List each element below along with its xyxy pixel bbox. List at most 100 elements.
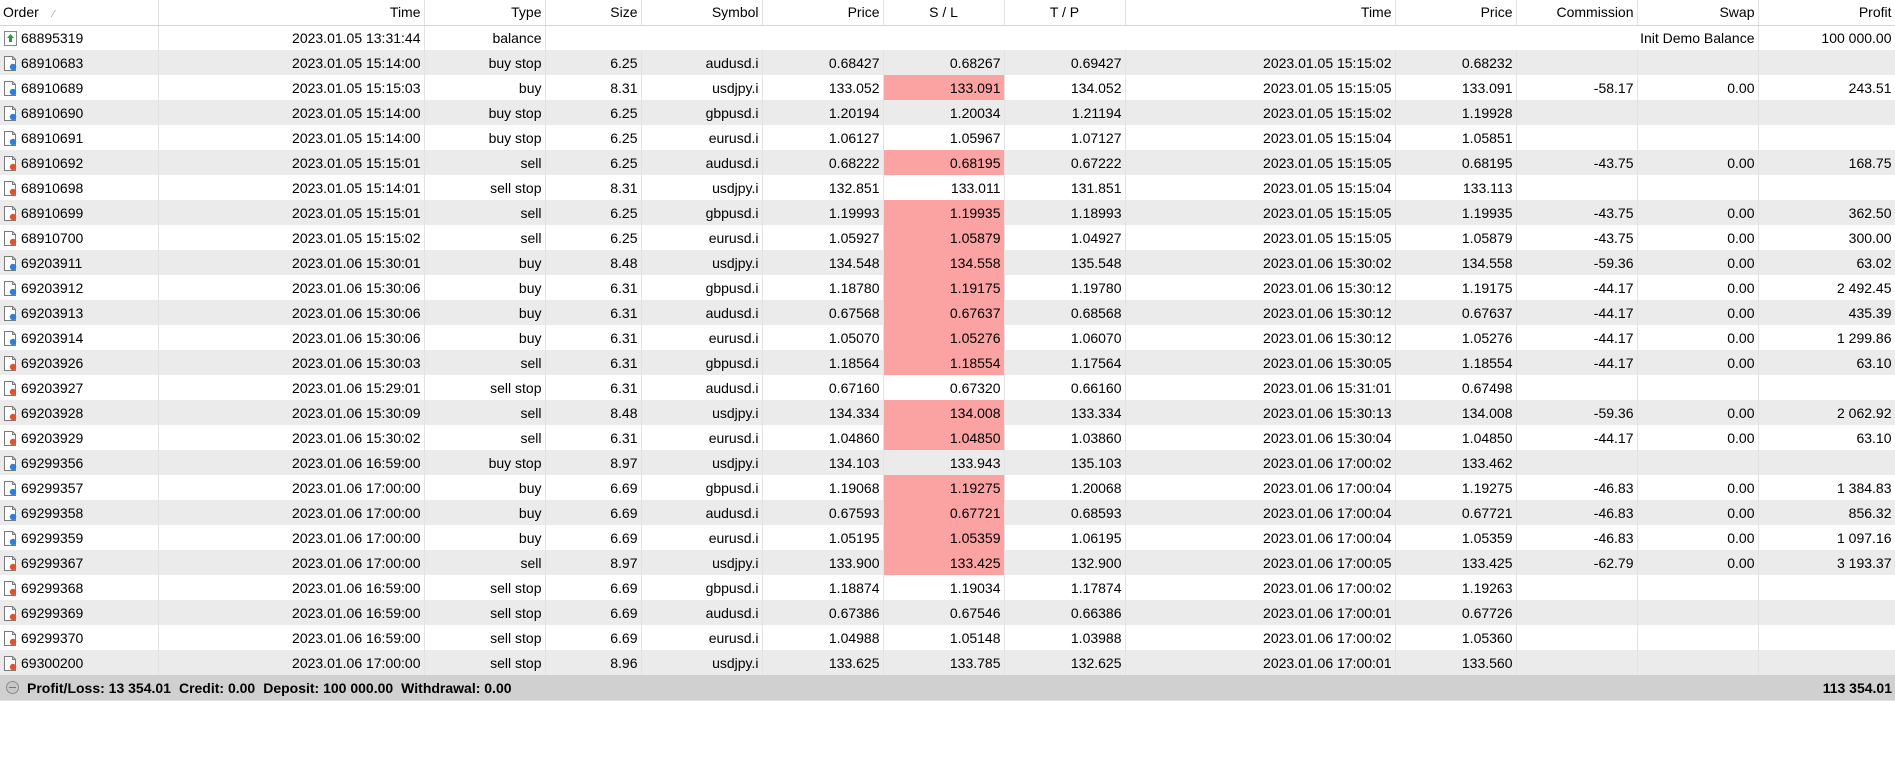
table-row[interactable]: 69203926 2023.01.06 15:30:03 sell 6.31 gbpus… — [0, 350, 1895, 375]
swap-cell: 0.00 — [1637, 400, 1759, 425]
column-header-symbol[interactable]: Symbol — [641, 0, 763, 26]
table-row[interactable]: 69299357 2023.01.06 17:00:00 buy 6.69 gbpusd… — [0, 475, 1895, 500]
close-price-cell: 1.05879 — [1395, 225, 1517, 250]
stop-loss-cell: 0.67637 — [883, 300, 1005, 325]
column-header-swap[interactable]: Swap — [1637, 0, 1759, 26]
balance-row[interactable]: 68895319 2023.01.05 13:31:44 balance Init D… — [0, 25, 1895, 50]
table-row[interactable]: 68910689 2023.01.05 15:15:03 buy 8.31 usdjpy… — [0, 75, 1895, 100]
profit-cell — [1758, 375, 1895, 400]
table-row[interactable]: 68910700 2023.01.05 15:15:02 sell 6.25 eurus… — [0, 225, 1895, 250]
stop-loss-cell: 1.18554 — [883, 350, 1005, 375]
close-time-cell: 2023.01.05 15:15:04 — [1125, 175, 1396, 200]
commission-cell — [1516, 600, 1638, 625]
column-header-price[interactable]: Price — [762, 0, 884, 26]
close-price-cell: 1.05359 — [1395, 525, 1517, 550]
buy-order-icon — [4, 480, 17, 496]
column-header-label: Type — [511, 4, 542, 21]
open-time-cell: 2023.01.06 16:59:00 — [158, 625, 425, 650]
table-row[interactable]: 69299356 2023.01.06 16:59:00 buy stop 8.97 u… — [0, 450, 1895, 475]
profit-cell: 63.10 — [1758, 350, 1895, 375]
summary-icon — [6, 680, 19, 694]
close-price-cell: 1.19275 — [1395, 475, 1517, 500]
table-row[interactable]: 68910690 2023.01.05 15:14:00 buy stop 6.25 g… — [0, 100, 1895, 125]
column-header-time[interactable]: Time — [158, 0, 425, 26]
table-row[interactable]: 69203928 2023.01.06 15:30:09 sell 8.48 usdjp… — [0, 400, 1895, 425]
column-header-tp[interactable]: T / P — [1004, 0, 1126, 26]
type-cell: sell stop — [424, 650, 546, 675]
close-time-cell: 2023.01.06 15:30:02 — [1125, 250, 1396, 275]
close-time-cell: 2023.01.06 17:00:04 — [1125, 475, 1396, 500]
column-header-profit[interactable]: Profit — [1758, 0, 1895, 26]
table-row[interactable]: 69299367 2023.01.06 17:00:00 sell 8.97 usdjp… — [0, 550, 1895, 575]
table-row[interactable]: 69203912 2023.01.06 15:30:06 buy 6.31 gbpusd… — [0, 275, 1895, 300]
table-row[interactable]: 69203913 2023.01.06 15:30:06 buy 6.31 audusd… — [0, 300, 1895, 325]
table-row[interactable]: 69203929 2023.01.06 15:30:02 sell 6.31 eurus… — [0, 425, 1895, 450]
open-price-cell: 0.67160 — [762, 375, 884, 400]
column-header-close-price[interactable]: Price — [1395, 0, 1517, 26]
table-row[interactable]: 68910692 2023.01.05 15:15:01 sell 6.25 audus… — [0, 150, 1895, 175]
symbol-cell: usdjpy.i — [641, 75, 763, 100]
commission-cell: -62.79 — [1516, 550, 1638, 575]
take-profit-cell: 135.103 — [1004, 450, 1126, 475]
order-number: 69299356 — [21, 454, 84, 471]
size-cell: 6.31 — [545, 275, 642, 300]
take-profit-cell: 0.69427 — [1004, 50, 1126, 75]
stop-loss-cell: 134.008 — [883, 400, 1005, 425]
column-header-type[interactable]: Type — [424, 0, 546, 26]
table-row[interactable]: 68910691 2023.01.05 15:14:00 buy stop 6.25 e… — [0, 125, 1895, 150]
symbol-cell: usdjpy.i — [641, 550, 763, 575]
buy-order-icon — [4, 505, 17, 521]
close-price-cell: 133.462 — [1395, 450, 1517, 475]
swap-cell: 0.00 — [1637, 550, 1759, 575]
table-row[interactable]: 69300200 2023.01.06 17:00:00 sell stop 8.96… — [0, 650, 1895, 675]
symbol-cell: usdjpy.i — [641, 400, 763, 425]
sell-order-icon — [4, 605, 17, 621]
stop-loss-cell: 133.011 — [883, 175, 1005, 200]
table-row[interactable]: 69299358 2023.01.06 17:00:00 buy 6.69 audusd… — [0, 500, 1895, 525]
table-row[interactable]: 68910683 2023.01.05 15:14:00 buy stop 6.25 a… — [0, 50, 1895, 75]
size-cell: 8.48 — [545, 250, 642, 275]
table-row[interactable]: 69203927 2023.01.06 15:29:01 sell stop 6.31… — [0, 375, 1895, 400]
commission-cell — [1516, 450, 1638, 475]
table-row[interactable]: 69203914 2023.01.06 15:30:06 buy 6.31 eurusd… — [0, 325, 1895, 350]
size-cell: 6.69 — [545, 625, 642, 650]
commission-cell — [1516, 650, 1638, 675]
close-time-cell: 2023.01.05 15:15:05 — [1125, 225, 1396, 250]
close-price-cell: 1.19928 — [1395, 100, 1517, 125]
column-header-label: Symbol — [711, 4, 759, 21]
close-time-cell: 2023.01.06 17:00:02 — [1125, 450, 1396, 475]
table-row[interactable]: 68910698 2023.01.05 15:14:01 sell stop 8.31… — [0, 175, 1895, 200]
profit-cell: 1 097.16 — [1758, 525, 1895, 550]
table-row[interactable]: 69299369 2023.01.06 16:59:00 sell stop 6.69… — [0, 600, 1895, 625]
profit-cell: 2 492.45 — [1758, 275, 1895, 300]
profit-cell — [1758, 175, 1895, 200]
type-cell: sell — [424, 200, 546, 225]
close-price-cell: 1.19935 — [1395, 200, 1517, 225]
table-row[interactable]: 69299370 2023.01.06 16:59:00 sell stop 6.69… — [0, 625, 1895, 650]
type-cell: buy — [424, 500, 546, 525]
size-cell: 6.25 — [545, 100, 642, 125]
symbol-cell: usdjpy.i — [641, 250, 763, 275]
stop-loss-cell: 133.091 — [883, 75, 1005, 100]
order-number: 69300200 — [21, 654, 84, 671]
close-time-cell: 2023.01.06 17:00:04 — [1125, 500, 1396, 525]
order-cell: 68910699 — [0, 200, 159, 225]
table-row[interactable]: 69299359 2023.01.06 17:00:00 buy 6.69 eurusd… — [0, 525, 1895, 550]
take-profit-cell: 0.67222 — [1004, 150, 1126, 175]
table-row[interactable]: 68910699 2023.01.05 15:15:01 sell 6.25 gbpus… — [0, 200, 1895, 225]
column-header-order[interactable]: Order ⁄ — [0, 0, 159, 26]
symbol-cell: eurusd.i — [641, 525, 763, 550]
open-time-cell: 2023.01.06 15:30:01 — [158, 250, 425, 275]
sell-order-icon — [4, 630, 17, 646]
column-header-commission[interactable]: Commission — [1516, 0, 1638, 26]
profit-cell — [1758, 650, 1895, 675]
column-header-close-time[interactable]: Time — [1125, 0, 1396, 26]
table-row[interactable]: 69299368 2023.01.06 16:59:00 sell stop 6.69… — [0, 575, 1895, 600]
profit-cell: 362.50 — [1758, 200, 1895, 225]
order-cell: 68910691 — [0, 125, 159, 150]
table-row[interactable]: 69203911 2023.01.06 15:30:01 buy 8.48 usdjpy… — [0, 250, 1895, 275]
profit-cell — [1758, 50, 1895, 75]
size-cell: 6.69 — [545, 500, 642, 525]
column-header-sl[interactable]: S / L — [883, 0, 1005, 26]
column-header-size[interactable]: Size — [545, 0, 642, 26]
